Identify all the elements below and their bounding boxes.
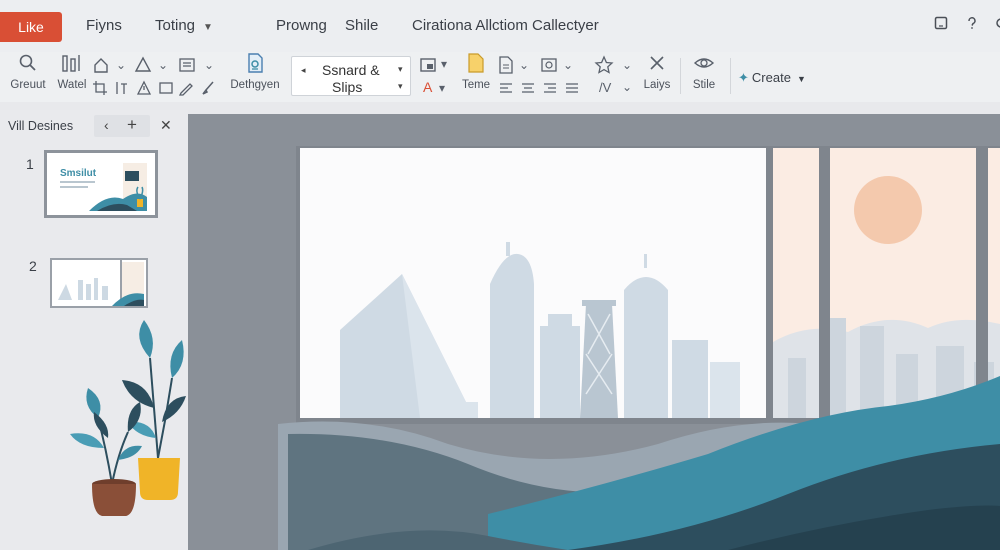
align-right-icon[interactable] (542, 82, 558, 99)
style-icon (693, 52, 715, 74)
title-bar: Like Fiyns Toting ▼ Prowng Shile Ciration… (0, 0, 1000, 52)
create-button[interactable]: ✦ Create ▼ (738, 70, 806, 86)
font-selector[interactable]: ◂ Ssnard & Slips ▾ ▾ (291, 56, 411, 96)
theme-tool-label: Teme (461, 79, 491, 91)
pane-nav-group: ‹ + (94, 115, 150, 137)
justify-icon[interactable] (564, 82, 580, 99)
chevron-down-icon: ▼ (796, 74, 806, 84)
triangle-icon[interactable] (134, 56, 152, 77)
slide-1-preview: Smsilut (47, 153, 155, 215)
chevron-down-icon[interactable]: ▾ (441, 57, 447, 71)
chevron-down-icon: ▾ (398, 64, 403, 74)
chevron-left-icon: ◂ (301, 65, 306, 75)
watermark-tool[interactable]: Watel (54, 52, 90, 91)
font-name-line1: Ssnard & (322, 62, 380, 78)
chevron-left-icon[interactable]: ‹ (104, 117, 109, 133)
picture-icon[interactable] (541, 56, 559, 77)
document-title: Cirationa Allctiom Callectyer (412, 17, 599, 34)
font-color-button[interactable]: A (423, 79, 432, 95)
close-x-icon (648, 52, 666, 74)
menu-prowng[interactable]: Prowng (276, 17, 327, 34)
style-tool[interactable]: Stile (686, 52, 722, 91)
shape-outline-icon[interactable] (158, 80, 174, 99)
add-icon[interactable]: + (127, 115, 137, 135)
style-tool-label: Stile (692, 79, 716, 91)
designer-tool-label: Dethgyen (230, 79, 280, 91)
align-left-icon[interactable] (498, 82, 514, 99)
thumb-title: Smsilut (60, 168, 97, 179)
slide-canvas[interactable] (188, 114, 1000, 550)
slide-thumbnail-1[interactable]: Smsilut (44, 150, 158, 218)
star-icon[interactable] (594, 55, 614, 78)
ribbon-divider (680, 58, 681, 94)
chevron-down-icon[interactable]: ⌄ (563, 58, 573, 72)
chevron-down-icon[interactable]: ⌄ (519, 58, 529, 72)
ribbon-divider (730, 58, 731, 94)
slide-number: 1 (26, 156, 34, 172)
document-icon[interactable] (498, 56, 514, 77)
slide-thumbnail-2[interactable] (50, 258, 148, 308)
slide-2-preview (52, 260, 146, 306)
shape-house-icon[interactable] (92, 56, 110, 77)
slide-artwork (278, 146, 1000, 550)
chevron-down-icon[interactable]: ⌄ (116, 58, 126, 72)
chevron-down-icon: ▾ (398, 81, 403, 91)
help-icon[interactable] (963, 16, 981, 34)
list-icon[interactable] (178, 56, 196, 77)
menu-fiyns[interactable]: Fiyns (86, 17, 122, 34)
brush-icon[interactable] (200, 80, 216, 99)
find-tool[interactable]: Greuut (8, 52, 48, 91)
designer-icon (244, 52, 266, 74)
slide-number: 2 (29, 258, 37, 274)
menu-shile[interactable]: Shile (345, 17, 378, 34)
slides-pane: Vill Desines ‹ + ✕ 1 Smsilut 2 (0, 110, 188, 550)
close-icon[interactable]: ✕ (160, 117, 172, 134)
align-bars-icon (60, 52, 84, 74)
window-icon[interactable] (932, 16, 950, 34)
chevron-down-icon: ▼ (203, 22, 213, 33)
settings-icon[interactable] (990, 16, 1000, 34)
like-button[interactable]: Like (0, 12, 62, 42)
chevron-down-icon[interactable]: ⌄ (204, 58, 214, 72)
menu-toting-label: Toting (155, 17, 196, 34)
paste-box-icon[interactable] (420, 56, 440, 77)
text-direction-icon[interactable] (114, 80, 130, 99)
chevron-down-icon[interactable]: ⌄ (158, 58, 168, 72)
pane-title: Vill Desines (8, 119, 74, 133)
search-icon (18, 52, 38, 74)
chevron-down-icon[interactable]: ▾ (439, 81, 445, 95)
theme-tool[interactable]: Teme (458, 52, 494, 91)
plant-illustration (70, 320, 186, 516)
menu-prowng-label: Prowng (276, 17, 327, 34)
layout-tool-label: Laiys (643, 79, 671, 91)
menu-toting[interactable]: Toting ▼ (155, 17, 213, 34)
theme-page-icon (467, 52, 485, 74)
sparkle-icon: ✦ (738, 70, 749, 85)
char-spacing-button[interactable]: /V (599, 80, 611, 95)
pencil-icon[interactable] (178, 80, 194, 99)
create-label: Create (751, 70, 791, 85)
menu-shile-label: Shile (345, 17, 379, 34)
find-tool-label: Greuut (10, 79, 46, 91)
align-center-icon[interactable] (520, 82, 536, 99)
warning-triangle-icon[interactable] (136, 80, 152, 99)
watermark-tool-label: Watel (57, 79, 87, 91)
layout-tool[interactable]: Laiys (640, 52, 674, 91)
font-name-line2: Slips (332, 79, 363, 95)
chevron-down-icon[interactable]: ⌄ (622, 80, 632, 94)
ribbon-toolbar: Greuut Watel ⌄ ⌄ ⌄ Dethgyen ◂ Ssnard & S… (0, 52, 1000, 102)
slides-pane-header: Vill Desines ‹ + ✕ (0, 110, 188, 140)
chevron-down-icon[interactable]: ⌄ (622, 58, 632, 72)
crop-icon[interactable] (92, 80, 108, 99)
menu-fiyns-label: Fiyns (86, 17, 122, 34)
designer-tool[interactable]: Dethgyen (224, 52, 286, 91)
